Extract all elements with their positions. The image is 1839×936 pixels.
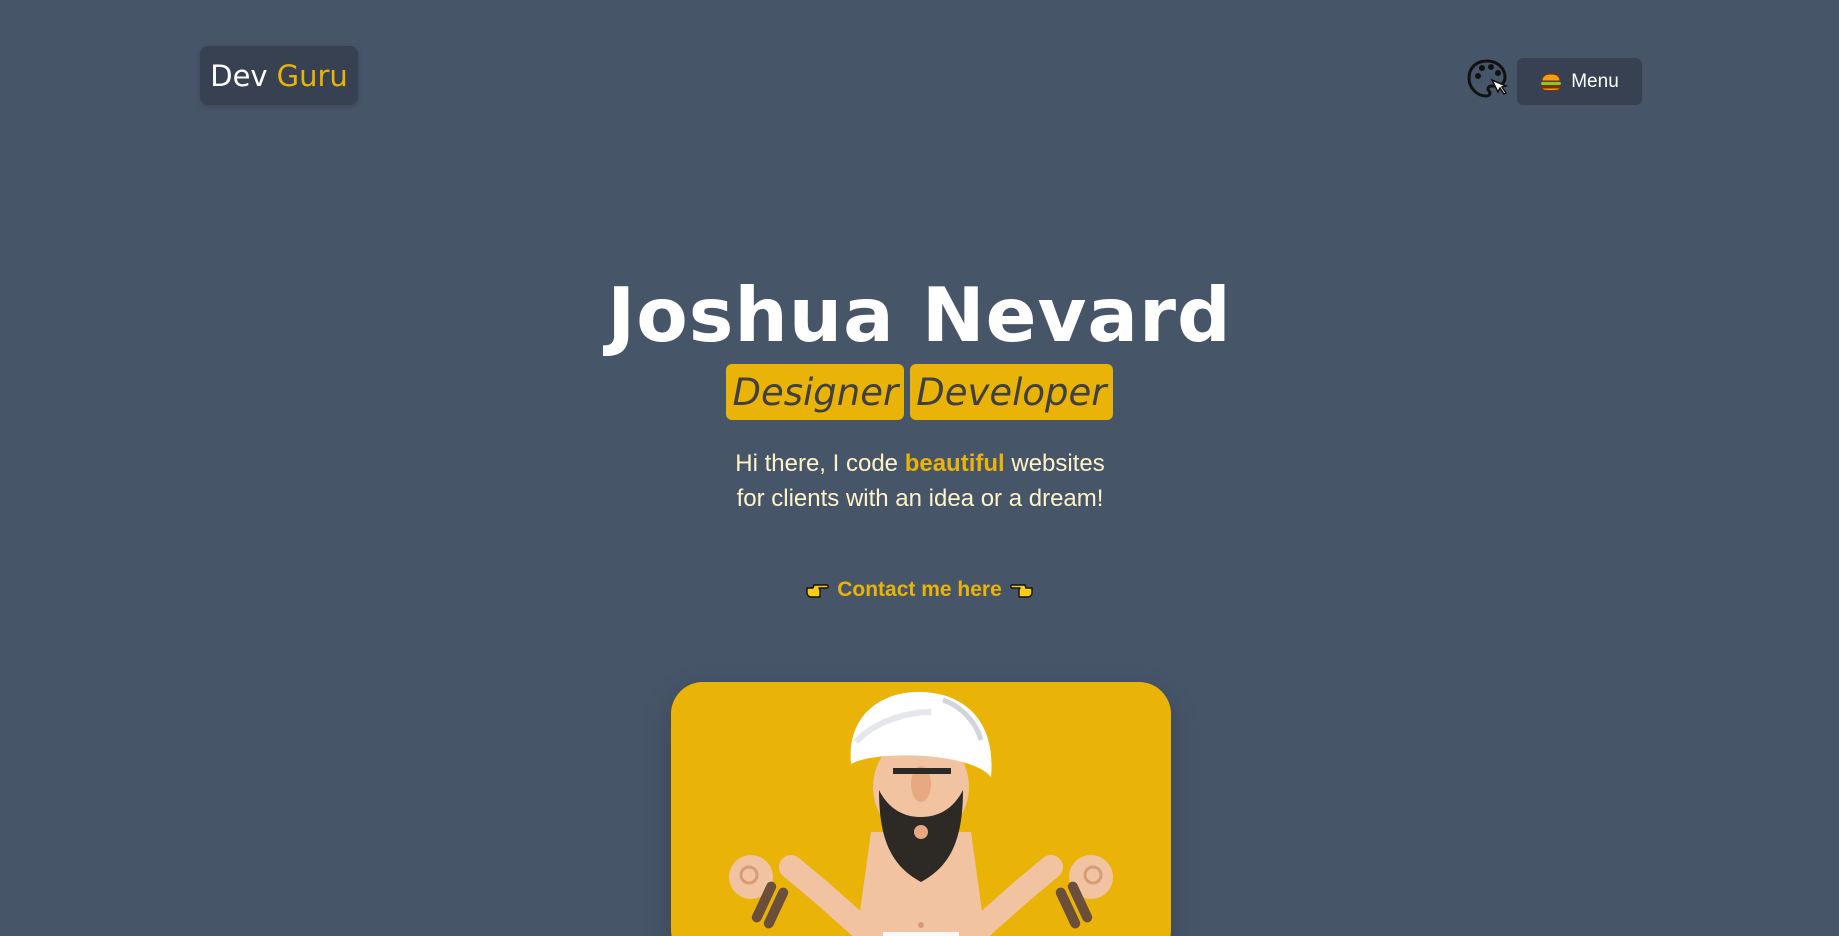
burger-icon — [1541, 72, 1562, 91]
intro-text: Hi there, I code beautiful websites for … — [719, 446, 1121, 516]
intro-text-start: Hi there, I code — [735, 450, 905, 477]
meditating-guru-illustration — [729, 691, 1113, 936]
hero-name-heading: Joshua Nevard — [607, 271, 1232, 359]
site-logo[interactable]: Dev Guru — [200, 46, 358, 105]
contact-link[interactable]: Contact me here — [0, 578, 1839, 602]
theme-toggle-button[interactable] — [1466, 58, 1509, 100]
logo-text-primary: Dev — [210, 58, 268, 93]
hand-pointing-left-icon — [1009, 584, 1033, 598]
hand-pointing-right-icon — [806, 584, 830, 598]
role-tag-designer: Designer — [726, 364, 905, 420]
palette-icon — [1467, 59, 1509, 98]
contact-link-label: Contact me here — [837, 578, 1002, 601]
role-tags: Designer Developer — [0, 364, 1839, 420]
intro-highlight-word: beautiful — [904, 450, 1005, 477]
guru-illustration-card — [671, 682, 1171, 936]
menu-button-label: Menu — [1571, 70, 1619, 92]
menu-button[interactable]: Menu — [1517, 58, 1642, 105]
logo-text-accent: Guru — [276, 58, 348, 93]
role-tag-developer: Developer — [910, 364, 1113, 420]
